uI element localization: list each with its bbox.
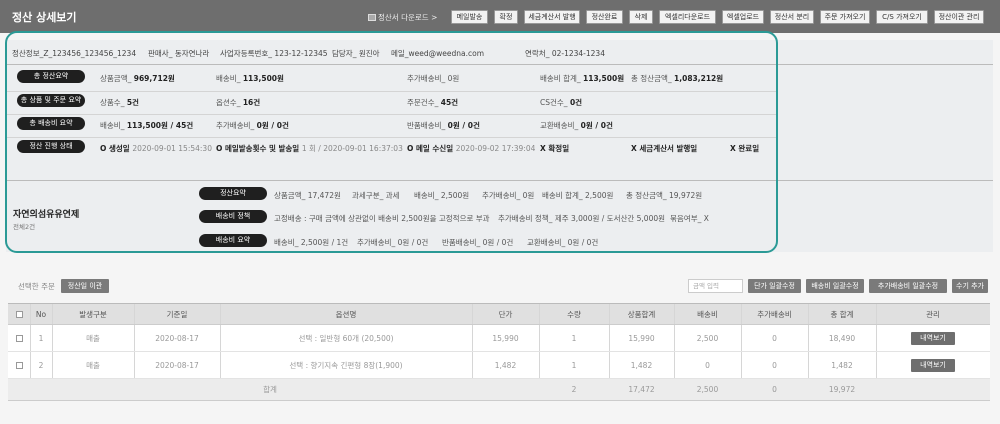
- cell-shipping: 0: [705, 360, 710, 370]
- cell-total: 18,490: [828, 333, 856, 343]
- cell-shipping: 2,500: [696, 333, 719, 343]
- cell-price: 15,990: [492, 333, 519, 343]
- bulk-price-button[interactable]: 단가 일괄수정: [748, 279, 801, 293]
- table-header: No 발생구분 기준일 옵션명 단가 수량 상품합계 배송비 추가배송비 총 합…: [8, 303, 990, 325]
- cell-date: 2020-08-17: [155, 360, 199, 370]
- total-subtotal: 17,472: [628, 385, 655, 394]
- import-cs-button[interactable]: C/S 가져오기: [876, 10, 928, 24]
- delete-button[interactable]: 삭제: [629, 10, 653, 24]
- highlight-frame: [5, 31, 778, 253]
- total-total: 19,972: [828, 385, 856, 394]
- cell-no: 1: [38, 333, 44, 343]
- table-row: 2 매출 2020-08-17 선택 : 향기지속 긴편형 8장(1,900) …: [8, 352, 990, 379]
- bulk-extra-shipping-button[interactable]: 추가배송비 일괄수정: [869, 279, 947, 293]
- cell-option: 선택 : 일반형 60개 (20,500): [298, 333, 394, 343]
- complete-button[interactable]: 정산완료: [586, 10, 623, 24]
- row-checkbox[interactable]: [8, 352, 30, 378]
- manual-add-button[interactable]: 수기 추가: [952, 279, 988, 293]
- send-mail-button[interactable]: 메일발송: [451, 10, 488, 24]
- transfer-date-button[interactable]: 정산일 이관: [61, 279, 109, 293]
- excel-download-button[interactable]: 엑셀리다운로드: [659, 10, 716, 24]
- col-total: 총 합계: [830, 309, 854, 319]
- col-subtotal: 상품합계: [627, 309, 656, 319]
- tax-invoice-button[interactable]: 세금계산서 발행: [524, 10, 580, 24]
- table-row: 1 매출 2020-08-17 선택 : 일반형 60개 (20,500) 15…: [8, 325, 990, 352]
- selected-orders-label: 선택한 주문: [18, 282, 55, 291]
- col-option: 옵션명: [335, 309, 357, 319]
- col-shipping: 배송비: [697, 309, 718, 319]
- row-checkbox[interactable]: [8, 325, 30, 351]
- page-title: 정산 상세보기: [12, 11, 77, 24]
- col-price: 단가: [498, 309, 513, 319]
- cell-no: 2: [38, 360, 44, 370]
- amount-input[interactable]: 금액 입력: [688, 279, 743, 293]
- confirm-button[interactable]: 확정: [494, 10, 518, 24]
- split-statement-button[interactable]: 정산서 분리: [770, 10, 814, 24]
- cell-option: 선택 : 향기지속 긴편형 8장(1,900): [289, 360, 403, 370]
- cell-action: 내역보기: [876, 325, 990, 351]
- cell-qty: 1: [571, 333, 577, 343]
- cell-price: 1,482: [494, 360, 517, 370]
- total-extra: 0: [772, 385, 777, 394]
- view-detail-button[interactable]: 내역보기: [911, 331, 955, 345]
- header-bar: 정산 상세보기 정산서 다운로드 > 메일발송 확정 세금계산서 발행 정산완료…: [0, 0, 1000, 33]
- cell-date: 2020-08-17: [155, 333, 199, 343]
- import-orders-button[interactable]: 주문 가져오기: [820, 10, 870, 24]
- transfer-manage-button[interactable]: 정산이관 관리: [934, 10, 984, 24]
- col-action: 관리: [926, 309, 940, 319]
- col-extra: 추가배송비: [757, 309, 792, 319]
- bulk-shipping-button[interactable]: 배송비 일괄수정: [806, 279, 864, 293]
- total-qty: 2: [571, 385, 577, 394]
- view-detail-button[interactable]: 내역보기: [911, 358, 955, 372]
- cell-qty: 1: [571, 360, 577, 370]
- col-no: No: [35, 309, 47, 319]
- cell-extra: 0: [772, 360, 777, 370]
- col-type: 발생구분: [79, 309, 107, 319]
- cell-total: 1,482: [831, 360, 853, 370]
- cell-action: 내역보기: [876, 352, 990, 378]
- col-qty: 수량: [567, 309, 581, 319]
- download-icon: [368, 14, 376, 21]
- col-date: 기준일: [166, 309, 188, 319]
- cell-extra: 0: [772, 333, 777, 343]
- excel-upload-button[interactable]: 엑셀업로드: [722, 10, 764, 24]
- statement-download-link[interactable]: 정산서 다운로드 >: [368, 12, 437, 23]
- cell-type: 매출: [86, 360, 100, 370]
- cell-subtotal: 15,990: [628, 333, 655, 343]
- select-all-checkbox[interactable]: [8, 304, 30, 324]
- total-shipping: 2,500: [696, 385, 719, 394]
- total-label: 합계: [263, 385, 277, 394]
- cell-type: 매출: [86, 333, 100, 343]
- cell-subtotal: 1,482: [630, 360, 653, 370]
- table-total-row: 합계 2 17,472 2,500 0 19,972: [8, 379, 990, 401]
